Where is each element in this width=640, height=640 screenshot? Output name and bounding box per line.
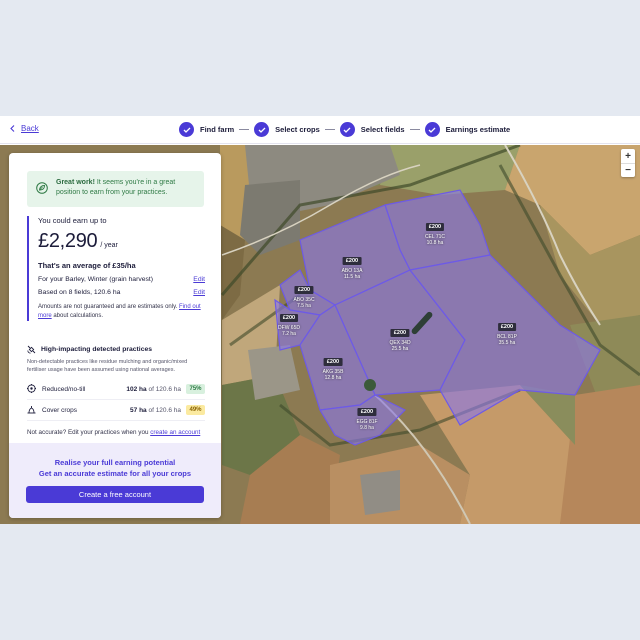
fields-line: Based on 8 fields, 120.6 ha xyxy=(38,289,121,296)
field-area: 35.5 ha xyxy=(498,340,516,346)
practice-area-value: 102 ha xyxy=(126,385,147,393)
practice-row: Reduced/no-till 102 ha of 120.6 ha 75% xyxy=(27,379,205,400)
check-icon xyxy=(254,122,270,137)
step-separator xyxy=(409,129,420,130)
field-value: £200 xyxy=(390,329,410,337)
note-text: Amounts are not guaranteed and are estim… xyxy=(38,304,179,310)
earnings-summary: You could earn up to £2,290 / year That'… xyxy=(27,216,205,321)
field-area: 12.8 ha xyxy=(324,375,342,381)
practice-name: Reduced/no-till xyxy=(42,385,86,393)
step-select-fields[interactable]: Select fields xyxy=(339,122,405,137)
step-label: Select fields xyxy=(360,125,405,134)
check-icon xyxy=(339,122,355,137)
step-select-crops[interactable]: Select crops xyxy=(254,122,320,137)
zoom-in-button[interactable]: + xyxy=(621,149,635,163)
field-label: £200 ABO 35C 7.5 ha xyxy=(293,278,315,309)
edit-crops-link[interactable]: Edit xyxy=(193,276,205,283)
field-area: 25.5 ha xyxy=(391,346,409,352)
earn-intro: You could earn up to xyxy=(38,216,107,225)
back-link[interactable]: Back xyxy=(10,124,39,133)
fields-row: Based on 8 fields, 120.6 ha Edit xyxy=(38,289,205,296)
earn-unit: / year xyxy=(100,242,118,249)
crop-row: For your Barley, Winter (grain harvest) … xyxy=(38,276,205,283)
note-tail: about calculations. xyxy=(51,313,104,319)
field-area: 11.5 ha xyxy=(343,274,361,280)
field-value: £200 xyxy=(342,257,362,265)
practices-title: High-impacting detected practices xyxy=(41,346,153,353)
field-area: 10.8 ha xyxy=(426,240,444,246)
not-accurate-text: Not accurate? Edit your practices when y… xyxy=(27,429,151,436)
zoom-out-button[interactable]: − xyxy=(621,163,635,177)
field-value: £200 xyxy=(357,408,377,416)
step-separator xyxy=(239,129,250,130)
zoom-controls: + − xyxy=(621,149,635,177)
satellite-icon xyxy=(27,345,36,354)
app-window: Back Find farm Select crops Select field… xyxy=(0,116,640,524)
field-value: £200 xyxy=(497,323,517,331)
field-value: £200 xyxy=(279,314,299,322)
check-icon xyxy=(424,122,440,137)
field-value: £200 xyxy=(294,286,314,294)
field-value: £200 xyxy=(323,358,343,366)
create-account-link[interactable]: create an account xyxy=(150,429,200,436)
step-label: Find farm xyxy=(200,125,235,134)
chevron-left-icon xyxy=(10,125,15,132)
field-label: £200 AKG 35B 12.8 ha xyxy=(323,350,343,381)
success-strong: Great work! xyxy=(56,179,95,186)
earnings-panel: Great work! It seems you're in a great p… xyxy=(9,153,221,518)
practice-area: 102 ha of 120.6 ha xyxy=(126,386,181,393)
edit-fields-link[interactable]: Edit xyxy=(193,289,205,296)
practices-section: High-impacting detected practices Non-de… xyxy=(27,345,205,421)
field-value: £200 xyxy=(425,223,445,231)
tillage-icon xyxy=(27,383,41,395)
step-earnings-estimate[interactable]: Earnings estimate xyxy=(424,122,511,137)
field-label: £200 BCL 81P 35.5 ha xyxy=(497,315,517,346)
cta-section: Realise your full earning potential Get … xyxy=(9,443,221,518)
check-icon xyxy=(179,122,194,137)
field-area: 7.2 ha xyxy=(282,331,296,337)
step-separator xyxy=(324,129,335,130)
create-account-button[interactable]: Create a free account xyxy=(26,486,204,503)
field-label: £200 EGG 81F 9.8 ha xyxy=(356,400,378,431)
field-label: £200 ABO 13A 11.5 ha xyxy=(342,249,362,280)
practice-percent-badge: 75% xyxy=(186,384,205,394)
cover-crops-icon xyxy=(27,405,41,416)
crop-line: For your Barley, Winter (grain harvest) xyxy=(38,276,154,283)
field-label: £200 QEX 34D 25.5 ha xyxy=(389,321,411,352)
field-label: £200 DFW 65D 7.2 ha xyxy=(278,306,300,337)
progress-stepper: Find farm Select crops Select fields Ear… xyxy=(179,122,510,137)
back-label: Back xyxy=(21,124,39,133)
practices-description: Non-detectable practices like residue mu… xyxy=(27,359,188,373)
field-label: £200 CEL 71C 10.8 ha xyxy=(425,215,445,246)
earn-average: That's an average of £35/ha xyxy=(38,261,136,270)
leaf-badge-icon xyxy=(36,182,48,194)
practice-row: Cover crops 57 ha of 120.6 ha 49% xyxy=(27,400,205,421)
cta-subtitle: Get an accurate estimate for all your cr… xyxy=(38,469,192,478)
not-accurate-note: Not accurate? Edit your practices when y… xyxy=(27,429,200,436)
practice-area-value: 57 ha xyxy=(130,406,147,414)
step-find-farm[interactable]: Find farm xyxy=(179,122,234,137)
practice-area-total: of 120.6 ha xyxy=(146,406,181,414)
practice-area: 57 ha of 120.6 ha xyxy=(130,407,181,414)
practices-header: High-impacting detected practices xyxy=(27,345,205,354)
step-label: Select crops xyxy=(275,125,320,134)
earn-amount: £2,290 xyxy=(38,230,98,252)
practice-name: Cover crops xyxy=(42,406,78,414)
success-banner: Great work! It seems you're in a great p… xyxy=(27,171,204,207)
field-area: 9.8 ha xyxy=(360,425,374,431)
earn-amount-row: £2,290 / year xyxy=(38,230,205,253)
practice-percent-badge: 49% xyxy=(186,405,205,415)
top-bar: Back Find farm Select crops Select field… xyxy=(0,116,640,144)
step-label: Earnings estimate xyxy=(445,125,511,134)
earn-note: Amounts are not guaranteed and are estim… xyxy=(38,303,205,321)
cta-title: Realise your full earning potential xyxy=(54,458,176,467)
practice-area-total: of 120.6 ha xyxy=(146,385,181,393)
